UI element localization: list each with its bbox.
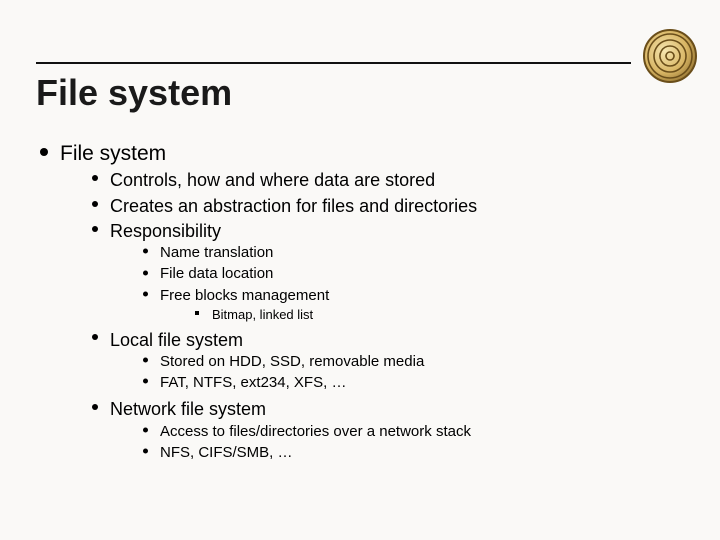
snail-shell-icon xyxy=(638,24,702,88)
list-item: Free blocks management Bitmap, linked li… xyxy=(136,286,676,324)
network-heading: Network file system Access to files/dire… xyxy=(86,397,676,463)
list-item: Bitmap, linked list xyxy=(188,306,676,324)
slide-body: File system Controls, how and where data… xyxy=(36,140,676,464)
list-item: NFS, CIFS/SMB, … xyxy=(136,443,676,463)
list-item: Controls, how and where data are stored xyxy=(86,168,676,192)
list-item: FAT, NTFS, ext234, XFS, … xyxy=(136,373,676,393)
outline-heading: File system Controls, how and where data… xyxy=(36,140,676,463)
title-rule xyxy=(36,62,631,64)
list-item: Name translation xyxy=(136,243,676,263)
list-item: Creates an abstraction for files and dir… xyxy=(86,194,676,218)
slide-title: File system xyxy=(36,72,232,114)
list-item: Responsibility Name translation File dat… xyxy=(86,219,676,324)
local-heading: Local file system Stored on HDD, SSD, re… xyxy=(86,328,676,394)
list-item: Access to files/directories over a netwo… xyxy=(136,422,676,442)
list-item: Stored on HDD, SSD, removable media xyxy=(136,352,676,372)
list-item: File data location xyxy=(136,264,676,284)
outline-heading-text: File system xyxy=(60,142,166,165)
